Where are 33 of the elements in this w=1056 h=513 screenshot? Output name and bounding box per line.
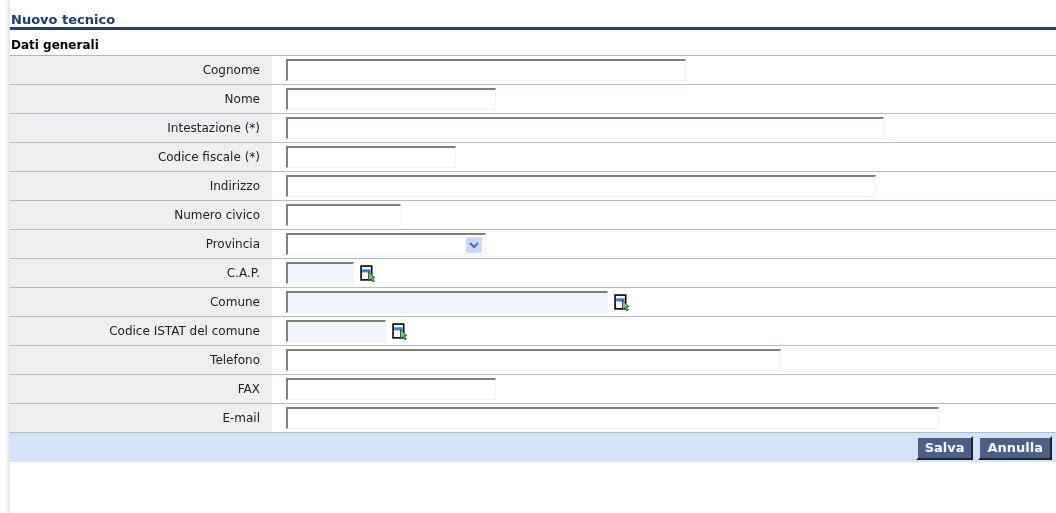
form-button[interactable]: Annulla: [978, 435, 1052, 460]
field-label: Codice fiscale (*): [157, 150, 260, 164]
chevron-down-icon: [466, 236, 482, 253]
field-label: Provincia: [205, 237, 260, 251]
input-field[interactable]: [286, 320, 386, 342]
field-label: E-mail: [222, 411, 260, 425]
lookup-icon[interactable]: [392, 322, 409, 340]
dropdown-field[interactable]: [286, 233, 486, 255]
input-field[interactable]: [286, 204, 401, 226]
input-field[interactable]: [286, 88, 496, 110]
page-title: Nuovo tecnico: [10, 0, 1056, 30]
field-label: Nome: [224, 92, 260, 106]
field-label: Telefono: [210, 353, 260, 367]
lookup-icon[interactable]: [360, 264, 377, 282]
field-label: Indirizzo: [209, 179, 260, 193]
field-label: Comune: [210, 295, 260, 309]
field-label: C.A.P.: [226, 266, 260, 280]
input-field[interactable]: [286, 146, 456, 168]
form-button[interactable]: Salva: [915, 435, 974, 460]
input-field[interactable]: [286, 117, 884, 139]
input-field[interactable]: [286, 407, 939, 429]
field-label: Cognome: [202, 63, 260, 77]
field-label: Codice ISTAT del comune: [109, 324, 260, 338]
input-field[interactable]: [286, 262, 354, 284]
field-label: FAX: [237, 382, 260, 396]
input-field[interactable]: [286, 291, 608, 313]
input-field[interactable]: [286, 175, 876, 197]
input-field[interactable]: [286, 378, 496, 400]
lookup-icon[interactable]: [614, 293, 631, 311]
field-label: Intestazione (*): [167, 121, 260, 135]
field-label: Numero civico: [174, 208, 260, 222]
input-field[interactable]: [286, 59, 686, 81]
input-field[interactable]: [286, 349, 781, 371]
